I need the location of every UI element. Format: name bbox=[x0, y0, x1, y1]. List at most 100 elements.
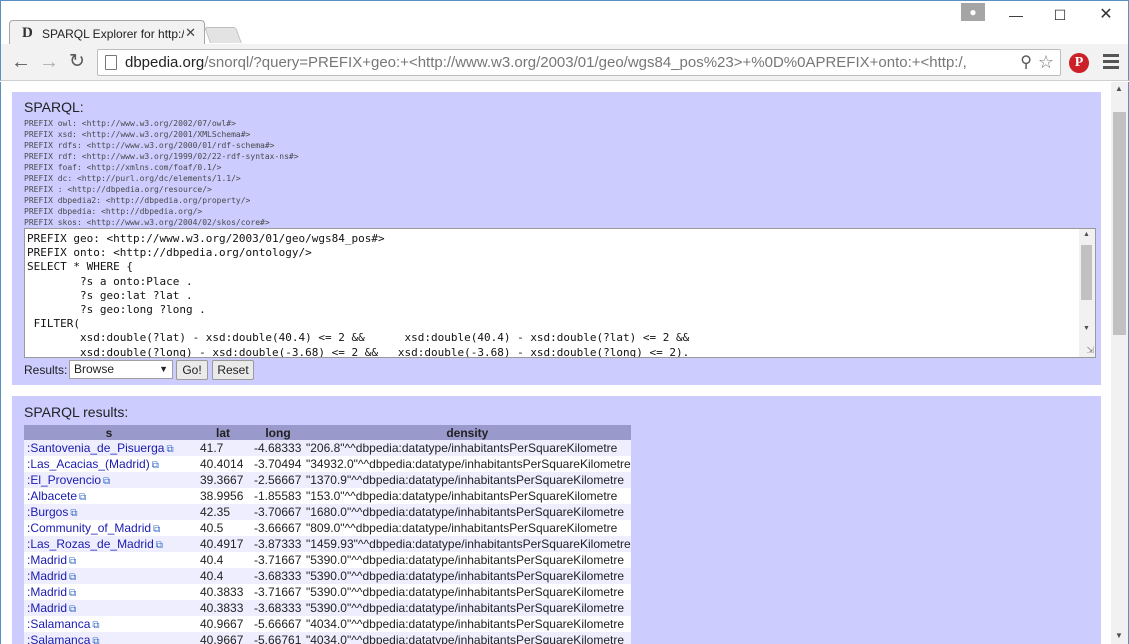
external-link-icon[interactable]: ⧉ bbox=[92, 620, 99, 631]
query-text[interactable]: PREFIX geo: <http://www.w3.org/2003/01/g… bbox=[27, 232, 689, 357]
resource-link[interactable]: :Salamanca bbox=[27, 633, 90, 644]
resource-link[interactable]: :Las_Acacias_(Madrid) bbox=[27, 457, 150, 471]
cell-lat: 38.9956 bbox=[194, 488, 252, 504]
page-scroll-thumb[interactable] bbox=[1113, 112, 1126, 335]
cell-long: -5.66761 bbox=[252, 632, 304, 644]
cell-density: "809.0"^^dbpedia:datatype/inhabitantsPer… bbox=[304, 520, 631, 536]
cell-long: -3.71667 bbox=[252, 584, 304, 600]
pinterest-icon[interactable]: P bbox=[1069, 53, 1089, 73]
go-button[interactable]: Go! bbox=[176, 360, 208, 380]
external-link-icon[interactable]: ⧉ bbox=[152, 460, 159, 471]
external-link-icon[interactable]: ⧉ bbox=[69, 604, 76, 615]
scroll-up-icon[interactable]: ▲ bbox=[1083, 231, 1090, 238]
address-bar[interactable]: dbpedia.org/snorql/?query=PREFIX+geo:+<h… bbox=[97, 49, 1061, 76]
table-row: :Albacete ⧉ 38.9956 -1.85583 "153.0"^^dbpedi… bbox=[24, 488, 631, 504]
cell-density: "34932.0"^^dbpedia:datatype/inhabitantsP… bbox=[304, 456, 631, 472]
cell-lat: 40.9667 bbox=[194, 632, 252, 644]
resource-link[interactable]: :Burgos bbox=[27, 505, 68, 519]
cell-s: :Las_Rozas_de_Madrid ⧉ bbox=[24, 536, 194, 552]
table-row: :Madrid ⧉ 40.3833 -3.71667 "5390.0"^^dbpedia… bbox=[24, 584, 631, 600]
cell-density: "5390.0"^^dbpedia:datatype/inhabitantsPe… bbox=[304, 552, 631, 568]
profile-person-icon[interactable]: ● bbox=[961, 3, 985, 21]
close-window-button[interactable]: ✕ bbox=[1091, 5, 1121, 25]
page-scroll-up-icon[interactable]: ▲ bbox=[1115, 84, 1123, 93]
cell-lat: 40.9667 bbox=[194, 616, 252, 632]
cell-long: -3.66667 bbox=[252, 520, 304, 536]
cell-lat: 40.4 bbox=[194, 552, 252, 568]
reload-icon[interactable]: ↻ bbox=[65, 50, 89, 74]
cell-density: "1459.93"^^dbpedia:datatype/inhabitantsP… bbox=[304, 536, 631, 552]
resource-link[interactable]: :Madrid bbox=[27, 585, 67, 599]
external-link-icon[interactable]: ⧉ bbox=[70, 508, 77, 519]
query-scrollbar[interactable]: ▲ ▼ bbox=[1079, 229, 1095, 357]
menu-icon[interactable] bbox=[1103, 54, 1119, 70]
cell-long: -4.68333 bbox=[252, 440, 304, 456]
cell-density: "153.0"^^dbpedia:datatype/inhabitantsPer… bbox=[304, 488, 631, 504]
external-link-icon[interactable]: ⧉ bbox=[79, 492, 86, 503]
resource-link[interactable]: :Madrid bbox=[27, 553, 67, 567]
cell-lat: 41.7 bbox=[194, 440, 252, 456]
external-link-icon[interactable]: ⧉ bbox=[156, 540, 163, 551]
minimize-button[interactable]: — bbox=[1001, 5, 1031, 25]
results-label: Results: bbox=[24, 363, 68, 377]
external-link-icon[interactable]: ⧉ bbox=[103, 476, 110, 487]
resource-link[interactable]: :Albacete bbox=[27, 489, 77, 503]
cell-density: "206.8"^^dbpedia:datatype/inhabitantsPer… bbox=[304, 440, 631, 456]
cell-s: :Madrid ⧉ bbox=[24, 600, 194, 616]
external-link-icon[interactable]: ⧉ bbox=[166, 444, 173, 455]
external-link-icon[interactable]: ⧉ bbox=[69, 556, 76, 567]
resource-link[interactable]: :El_Provencio bbox=[27, 473, 101, 487]
external-link-icon[interactable]: ⧉ bbox=[92, 636, 99, 644]
cell-long: -1.85583 bbox=[252, 488, 304, 504]
page-scrollbar[interactable]: ▲ ▼ bbox=[1111, 82, 1129, 644]
cell-long: -2.56667 bbox=[252, 472, 304, 488]
new-tab-button[interactable] bbox=[204, 27, 242, 43]
external-link-icon[interactable]: ⧉ bbox=[153, 524, 160, 535]
resource-link[interactable]: :Community_of_Madrid bbox=[27, 521, 151, 535]
resource-link[interactable]: :Salamanca bbox=[27, 617, 90, 631]
cell-s: :Madrid ⧉ bbox=[24, 552, 194, 568]
back-arrow-icon[interactable]: ← bbox=[9, 50, 33, 74]
query-textarea[interactable]: PREFIX geo: <http://www.w3.org/2003/01/g… bbox=[24, 228, 1096, 358]
bookmark-star-icon[interactable]: ☆ bbox=[1038, 50, 1054, 75]
cell-long: -3.68333 bbox=[252, 600, 304, 616]
page-scroll-down-icon[interactable]: ▼ bbox=[1115, 631, 1123, 640]
cell-long: -5.66667 bbox=[252, 616, 304, 632]
cell-s: :Madrid ⧉ bbox=[24, 584, 194, 600]
tab-title: SPARQL Explorer for http:/ bbox=[42, 27, 184, 41]
scroll-down-icon[interactable]: ▼ bbox=[1083, 325, 1090, 332]
zoom-icon[interactable]: ⚲ bbox=[1020, 50, 1032, 75]
resource-link[interactable]: :Las_Rozas_de_Madrid bbox=[27, 537, 154, 551]
results-format-select[interactable]: Browse ▼ bbox=[69, 360, 173, 379]
cell-s: :Burgos ⧉ bbox=[24, 504, 194, 520]
table-row: :Las_Acacias_(Madrid) ⧉ 40.4014 -3.70494 "34… bbox=[24, 456, 631, 472]
column-header-lat: lat bbox=[194, 425, 252, 440]
scroll-thumb[interactable] bbox=[1081, 245, 1092, 300]
cell-density: "4034.0"^^dbpedia:datatype/inhabitantsPe… bbox=[304, 616, 631, 632]
results-table: s lat long density :Santovenia_de_Pisuer… bbox=[24, 425, 631, 644]
cell-s: :Community_of_Madrid ⧉ bbox=[24, 520, 194, 536]
tab-close-icon[interactable]: ✕ bbox=[185, 25, 196, 41]
browser-tab[interactable]: D SPARQL Explorer for http:/ ✕ bbox=[9, 20, 205, 46]
cell-lat: 40.4 bbox=[194, 568, 252, 584]
forward-arrow-icon[interactable]: → bbox=[37, 50, 61, 74]
url-text[interactable]: dbpedia.org/snorql/?query=PREFIX+geo:+<h… bbox=[125, 50, 1015, 75]
cell-lat: 40.5 bbox=[194, 520, 252, 536]
resource-link[interactable]: :Santovenia_de_Pisuerga bbox=[27, 441, 164, 455]
sparql-heading: SPARQL: bbox=[24, 99, 84, 115]
maximize-button[interactable]: ☐ bbox=[1045, 5, 1075, 25]
cell-lat: 40.4917 bbox=[194, 536, 252, 552]
table-row: :Community_of_Madrid ⧉ 40.5 -3.66667 "809.0"… bbox=[24, 520, 631, 536]
cell-long: -3.68333 bbox=[252, 568, 304, 584]
external-link-icon[interactable]: ⧉ bbox=[69, 572, 76, 583]
resource-link[interactable]: :Madrid bbox=[27, 569, 67, 583]
cell-density: "5390.0"^^dbpedia:datatype/inhabitantsPe… bbox=[304, 568, 631, 584]
cell-density: "5390.0"^^dbpedia:datatype/inhabitantsPe… bbox=[304, 600, 631, 616]
resize-grip-icon[interactable]: ⇲ bbox=[1086, 345, 1094, 356]
reset-button[interactable]: Reset bbox=[212, 360, 254, 380]
external-link-icon[interactable]: ⧉ bbox=[69, 588, 76, 599]
table-row: :El_Provencio ⧉ 39.3667 -2.56667 "1370.9"^^d… bbox=[24, 472, 631, 488]
results-section: SPARQL results: s lat long density :Sant… bbox=[12, 396, 1101, 644]
resource-link[interactable]: :Madrid bbox=[27, 601, 67, 615]
cell-lat: 40.3833 bbox=[194, 600, 252, 616]
